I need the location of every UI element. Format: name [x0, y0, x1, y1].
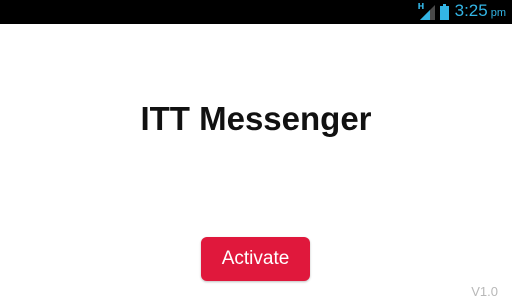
- activate-button[interactable]: Activate: [201, 237, 310, 281]
- clock: 3:25 pm: [455, 0, 506, 25]
- status-icons: H 3:25 pm: [418, 0, 506, 24]
- clock-ampm: pm: [490, 7, 506, 19]
- network-type-icon: H: [418, 3, 436, 21]
- clock-time: 3:25: [454, 1, 488, 20]
- signal-icon: [419, 5, 435, 20]
- battery-icon: [439, 4, 449, 20]
- app-title: ITT Messenger: [140, 100, 372, 137]
- version-label: V1.0: [471, 284, 498, 299]
- status-bar: H 3:25 pm: [0, 0, 512, 24]
- app-screen: H 3:25 pm ITT Messenger Activate V1.0: [0, 0, 512, 307]
